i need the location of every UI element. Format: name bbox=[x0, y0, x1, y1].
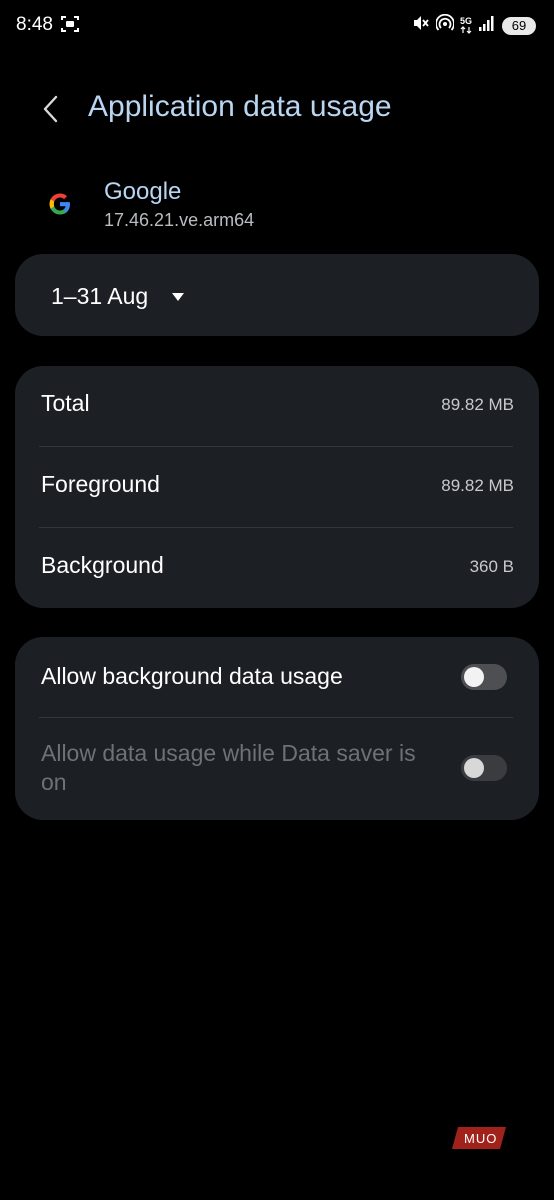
usage-summary-card: Total 89.82 MB Foreground 89.82 MB Backg… bbox=[15, 366, 539, 608]
page-title: Application data usage bbox=[88, 90, 392, 123]
usage-label: Background bbox=[41, 552, 164, 578]
app-name: Google bbox=[104, 178, 182, 205]
app-info: Google 17.46.21.ve.arm64 bbox=[0, 170, 554, 240]
switch-knob bbox=[464, 758, 484, 778]
usage-value: 89.82 MB bbox=[441, 476, 514, 495]
toggle-label: Allow background data usage bbox=[41, 663, 343, 689]
data-saver-switch[interactable] bbox=[461, 755, 507, 781]
google-icon bbox=[46, 190, 74, 218]
usage-row-total: Total 89.82 MB bbox=[15, 366, 539, 446]
data-arrows-icon bbox=[460, 26, 472, 34]
app-bar: Application data usage bbox=[0, 80, 554, 140]
usage-label: Foreground bbox=[41, 471, 160, 497]
hotspot-icon bbox=[435, 13, 455, 37]
usage-value: 89.82 MB bbox=[441, 395, 514, 414]
usage-row-foreground: Foreground 89.82 MB bbox=[15, 447, 539, 527]
signal-icon bbox=[478, 14, 496, 37]
app-version: 17.46.21.ve.arm64 bbox=[104, 210, 255, 230]
status-icons: 5G 69 bbox=[412, 13, 536, 37]
toggle-label: Allow data usage while Data saver is on bbox=[41, 740, 416, 795]
period-label: 1–31 Aug bbox=[51, 283, 149, 309]
toggle-row-data-saver[interactable]: Allow data usage while Data saver is on bbox=[15, 718, 539, 820]
battery-icon: 69 bbox=[502, 16, 536, 35]
switch-knob bbox=[464, 667, 484, 687]
usage-label: Total bbox=[41, 390, 90, 416]
network-label: 5G bbox=[459, 16, 472, 26]
back-chevron-icon[interactable] bbox=[40, 94, 62, 124]
period-selector[interactable]: 1–31 Aug bbox=[15, 254, 539, 336]
usage-row-background: Background 360 B bbox=[15, 528, 539, 608]
toggle-row-background-data[interactable]: Allow background data usage bbox=[15, 637, 539, 717]
screen-record-icon bbox=[60, 14, 80, 39]
background-data-switch[interactable] bbox=[461, 664, 507, 690]
status-bar: 8:48 5G 69 bbox=[0, 0, 554, 52]
usage-value: 360 B bbox=[469, 557, 514, 576]
muo-watermark-logo: MUO bbox=[452, 1125, 508, 1156]
watermark-text: MUO bbox=[464, 1131, 497, 1146]
dropdown-triangle-icon bbox=[171, 289, 185, 307]
data-settings-card: Allow background data usage Allow data u… bbox=[15, 637, 539, 820]
status-time: 8:48 bbox=[16, 14, 53, 35]
mute-icon bbox=[412, 14, 430, 37]
network-type: 5G bbox=[460, 17, 472, 34]
